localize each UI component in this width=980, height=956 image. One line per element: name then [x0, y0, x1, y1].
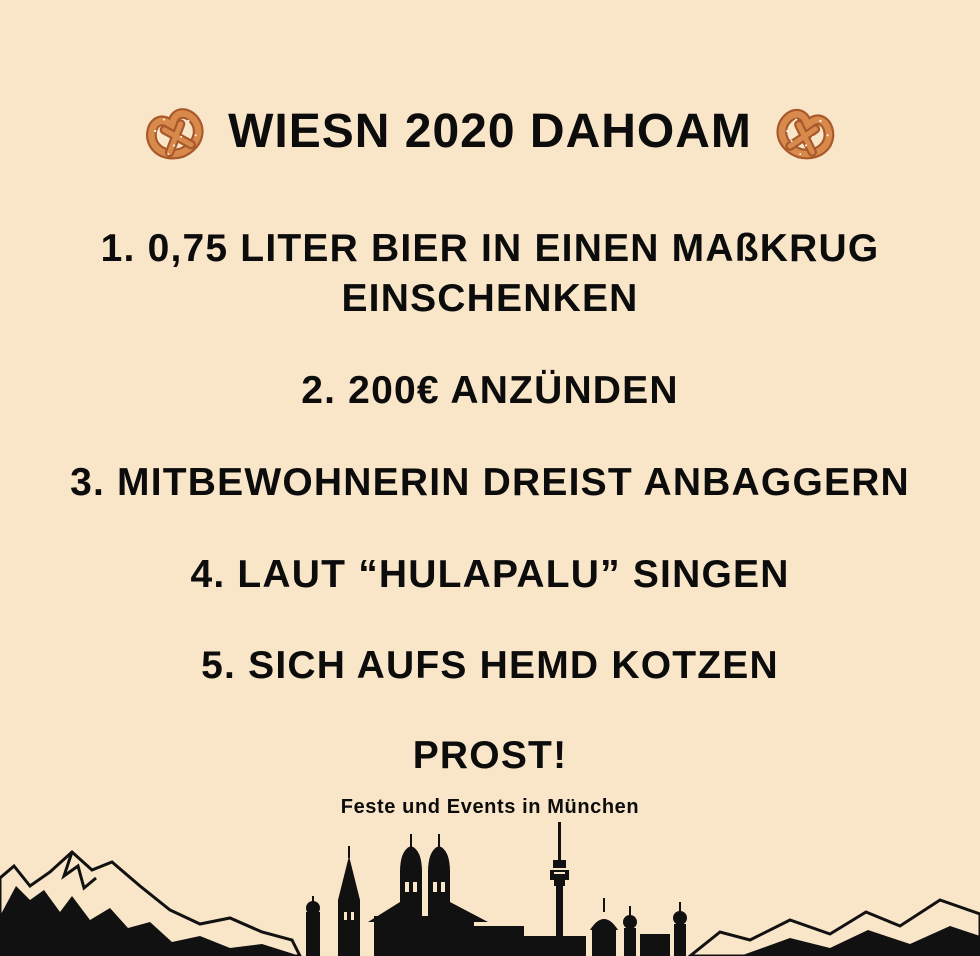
pretzel-icon	[776, 108, 835, 160]
header: WIESN 2020 DAHOAM	[0, 94, 980, 168]
page-title: WIESN 2020 DAHOAM	[228, 104, 752, 158]
closing-text: PROST!	[412, 734, 568, 777]
step-4: 4. LAUT “HULAPALU” SINGEN	[190, 553, 790, 596]
step-2: 2. 200€ ANZÜNDEN	[301, 369, 679, 412]
munich-skyline-icon	[0, 822, 980, 956]
pretzel-icon	[146, 108, 204, 160]
step-1-line-2: EINSCHENKEN	[341, 277, 639, 320]
step-5: 5. SICH AUFS HEMD KOTZEN	[201, 644, 779, 687]
step-1-line-1: 1. 0,75 LITER BIER IN EINEN MAßKRUG	[100, 227, 880, 270]
step-3: 3. MITBEWOHNERIN DREIST ANBAGGERN	[70, 461, 910, 504]
